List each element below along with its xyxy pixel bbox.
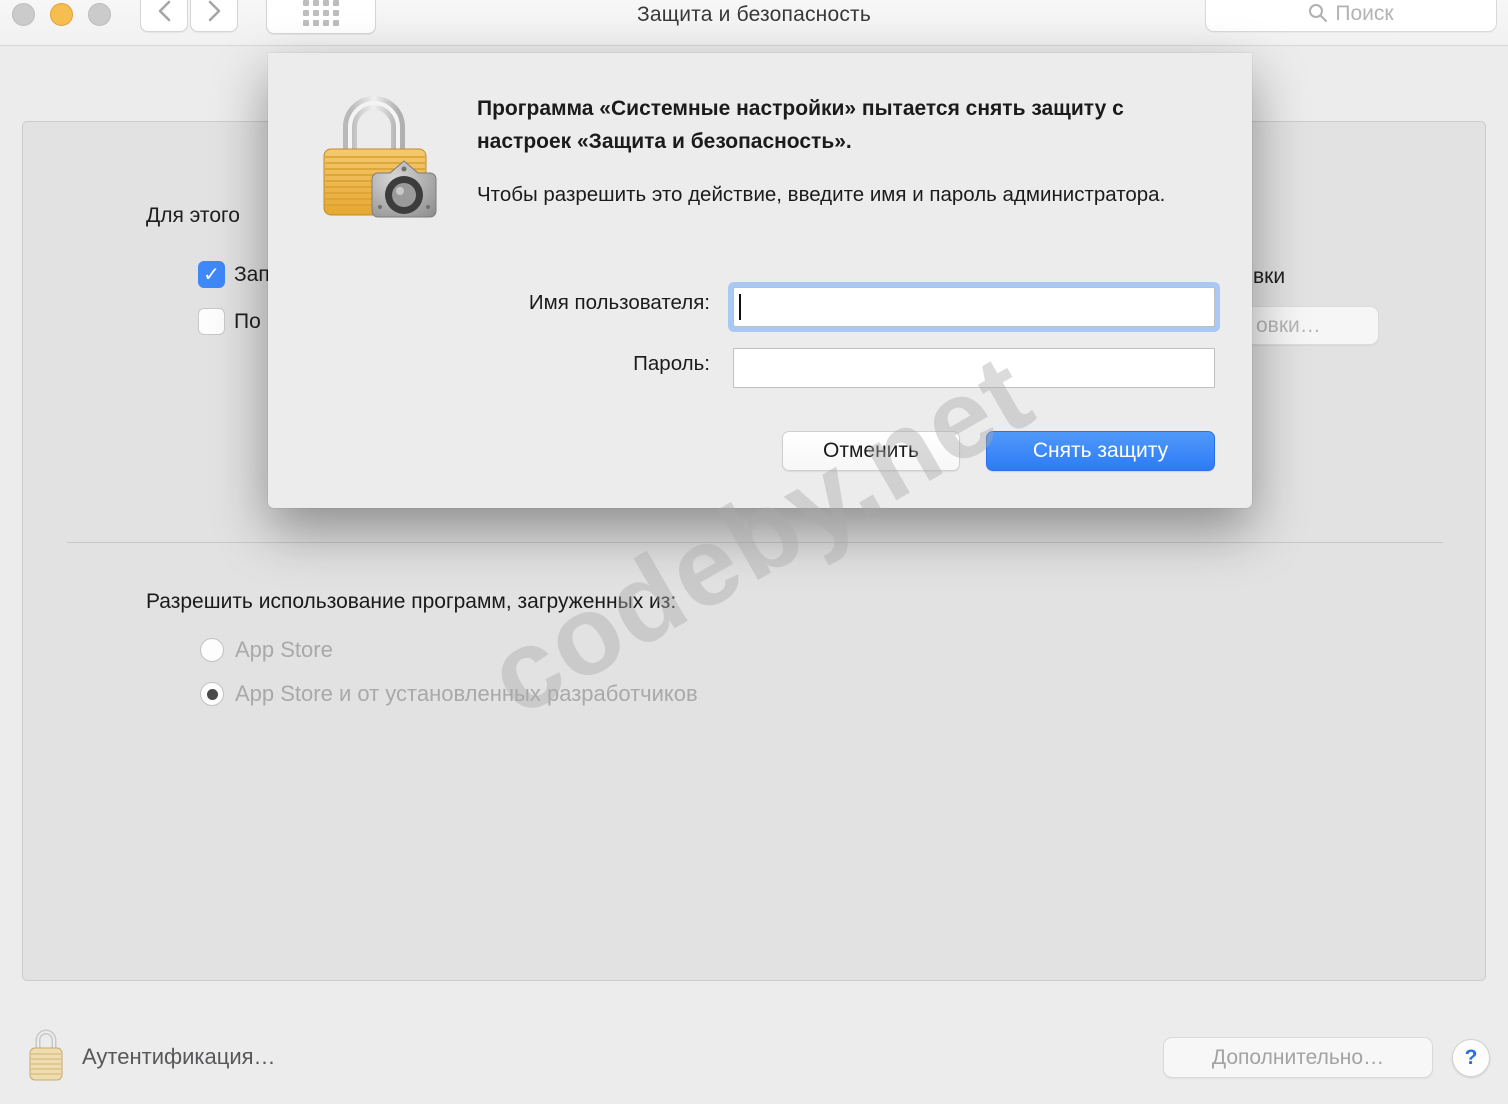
toolbar: Защита и безопасность Поиск xyxy=(0,0,1508,46)
checkbox-text-fragment: вки xyxy=(1253,265,1286,288)
text-caret xyxy=(739,294,741,320)
search-placeholder: Поиск xyxy=(1335,2,1394,25)
question-mark-icon: ? xyxy=(1464,1046,1478,1069)
unlock-gear-icon xyxy=(323,96,437,218)
username-label: Имя пользователя: xyxy=(528,291,710,314)
appstore-radio-row: App Store xyxy=(200,637,333,663)
cancel-button[interactable]: Отменить xyxy=(782,431,960,471)
radio-label: App Store xyxy=(235,637,333,662)
auth-status-label: Аутентификация… xyxy=(82,1044,276,1069)
gatekeeper-heading: Разрешить использование программ, загруж… xyxy=(146,590,677,613)
system-preferences-window: Защита и безопасность Поиск Для этого ✓ … xyxy=(0,0,1508,1104)
password-label: Пароль: xyxy=(633,352,710,375)
show-message-checkbox-row[interactable]: По xyxy=(198,308,261,335)
username-field[interactable] xyxy=(733,287,1215,327)
dialog-message: Чтобы разрешить это действие, введите им… xyxy=(477,183,1166,206)
section-divider xyxy=(67,542,1443,543)
dialog-title: Программа «Системные настройки» пытается… xyxy=(477,97,1124,153)
appstore-identified-radio-row: App Store и от установленных разработчик… xyxy=(200,681,698,707)
checkbox-label: По xyxy=(234,309,261,333)
radio-selected-icon xyxy=(200,682,224,706)
radio-label: App Store и от установленных разработчик… xyxy=(235,681,698,706)
checkbox-label: Зап xyxy=(234,262,270,286)
lock-status[interactable]: Аутентификация… xyxy=(28,1022,276,1084)
checkbox-unchecked-icon[interactable] xyxy=(198,308,225,335)
require-password-checkbox-row[interactable]: ✓ Зап xyxy=(198,261,270,288)
advanced-button: Дополнительно… xyxy=(1163,1037,1433,1078)
auth-dialog: Программа «Системные настройки» пытается… xyxy=(268,53,1252,508)
radio-unselected-icon xyxy=(200,638,224,662)
search-input[interactable]: Поиск xyxy=(1205,0,1497,32)
help-button[interactable]: ? xyxy=(1452,1039,1490,1077)
lock-closed-icon xyxy=(29,1029,63,1081)
login-password-heading: Для этого xyxy=(146,204,240,227)
unlock-button[interactable]: Снять защиту xyxy=(986,431,1215,471)
password-field[interactable] xyxy=(733,348,1215,388)
checkbox-checked-icon[interactable]: ✓ xyxy=(198,261,225,288)
search-icon xyxy=(1309,4,1328,22)
